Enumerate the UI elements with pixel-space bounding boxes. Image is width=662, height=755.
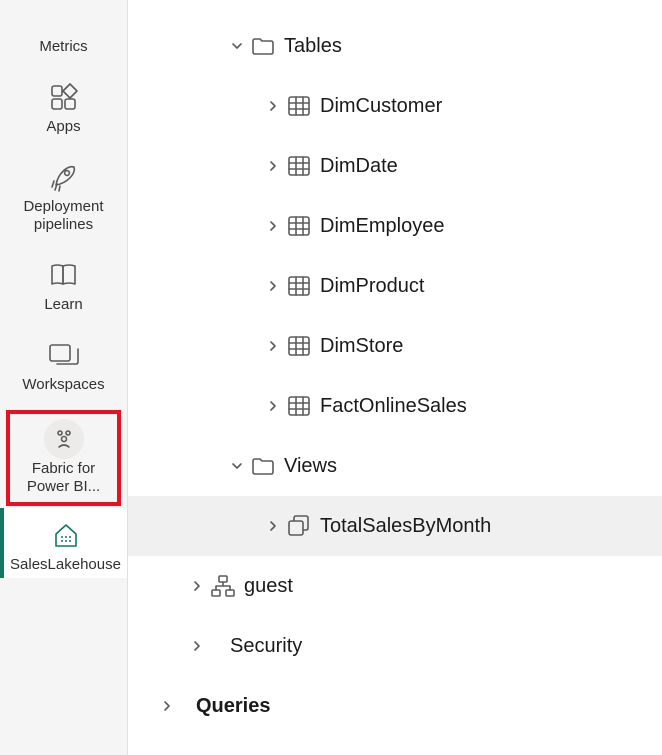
lakehouse-icon <box>51 518 81 552</box>
tree-node-views[interactable]: Views <box>128 436 662 496</box>
tree-label: guest <box>244 575 293 598</box>
chevron-right-icon <box>264 159 282 173</box>
tree-label: DimEmployee <box>320 215 444 238</box>
table-icon <box>282 273 316 299</box>
chevron-down-icon <box>228 459 246 473</box>
rocket-icon <box>48 160 80 194</box>
workspaces-icon <box>47 338 81 372</box>
sidebar-item-label: SalesLakehouse <box>10 556 121 574</box>
chevron-right-icon <box>264 99 282 113</box>
sidebar-item-label: Workspaces <box>22 376 104 394</box>
sidebar-item-label: Fabric for Power BI... <box>12 460 115 496</box>
tree-node-queries[interactable]: Queries <box>128 676 662 736</box>
tree-label: DimStore <box>320 335 403 358</box>
tree-node-security[interactable]: Security <box>128 616 662 676</box>
tree-node-tables[interactable]: Tables <box>128 16 662 76</box>
tree-label: TotalSalesByMonth <box>320 515 491 538</box>
sidebar: Metrics Apps Deployment pipelines <box>0 0 128 755</box>
view-icon <box>282 513 316 539</box>
chevron-right-icon <box>188 579 206 593</box>
chevron-right-icon <box>264 339 282 353</box>
table-icon <box>282 153 316 179</box>
explorer-tree: Tables DimCustomer DimDate DimEmployee <box>128 0 662 755</box>
tree-label: Security <box>230 635 302 658</box>
tree-label: Tables <box>284 35 342 58</box>
schema-icon <box>206 573 240 599</box>
chevron-right-icon <box>264 279 282 293</box>
tree-node-table[interactable]: FactOnlineSales <box>128 376 662 436</box>
chevron-right-icon <box>188 639 206 653</box>
sidebar-item-deployment-pipelines[interactable]: Deployment pipelines <box>0 150 127 238</box>
tree-label: DimProduct <box>320 275 424 298</box>
sidebar-item-learn[interactable]: Learn <box>0 248 127 318</box>
chevron-right-icon <box>264 399 282 413</box>
tree-label: Queries <box>196 695 270 718</box>
tree-label: Views <box>284 455 337 478</box>
apps-icon <box>48 80 80 114</box>
chevron-right-icon <box>264 519 282 533</box>
book-icon <box>48 258 80 292</box>
sidebar-item-fabric-for-powerbi[interactable]: Fabric for Power BI... <box>6 410 121 506</box>
tree-label: DimCustomer <box>320 95 442 118</box>
sidebar-item-label: Deployment pipelines <box>4 198 123 234</box>
chevron-down-icon <box>228 39 246 53</box>
tree-node-table[interactable]: DimCustomer <box>128 76 662 136</box>
sidebar-item-label: Metrics <box>39 38 87 56</box>
sidebar-item-label: Learn <box>44 296 82 314</box>
sidebar-item-apps[interactable]: Apps <box>0 70 127 140</box>
tree-node-schema-guest[interactable]: guest <box>128 556 662 616</box>
sidebar-item-saleslakehouse[interactable]: SalesLakehouse <box>0 508 127 578</box>
chevron-right-icon <box>158 699 176 713</box>
tree-node-table[interactable]: DimStore <box>128 316 662 376</box>
folder-icon <box>246 453 280 479</box>
table-icon <box>282 333 316 359</box>
tree-label: DimDate <box>320 155 398 178</box>
tree-label: FactOnlineSales <box>320 395 467 418</box>
tree-node-table[interactable]: DimProduct <box>128 256 662 316</box>
sidebar-item-workspaces[interactable]: Workspaces <box>0 328 127 398</box>
folder-icon <box>246 33 280 59</box>
chevron-right-icon <box>264 219 282 233</box>
table-icon <box>282 93 316 119</box>
tree-node-table[interactable]: DimEmployee <box>128 196 662 256</box>
sidebar-item-metrics[interactable]: Metrics <box>0 0 127 60</box>
table-icon <box>282 213 316 239</box>
tree-node-table[interactable]: DimDate <box>128 136 662 196</box>
people-icon <box>44 422 84 456</box>
sidebar-item-label: Apps <box>46 118 80 136</box>
table-icon <box>282 393 316 419</box>
tree-node-view[interactable]: TotalSalesByMonth <box>128 496 662 556</box>
